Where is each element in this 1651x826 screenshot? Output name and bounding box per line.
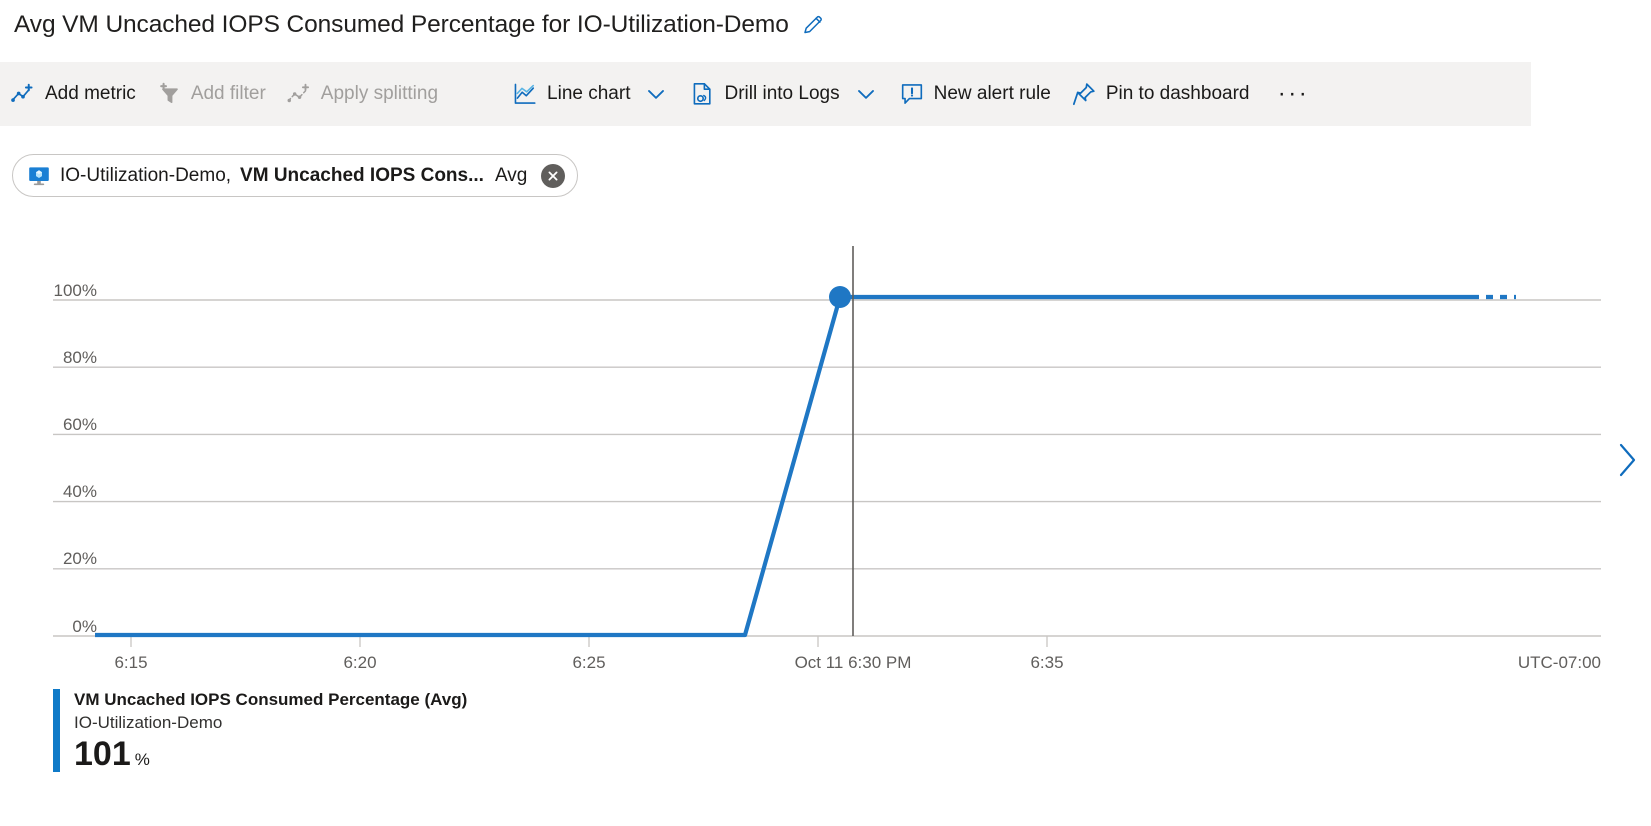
metrics-chart[interactable]: 100% 80% 60% 40% 20% 0% 6:15 6:20 6:25 O… (0, 236, 1651, 686)
x-tick-2: 6:25 (572, 653, 605, 672)
hover-data-point (829, 286, 851, 308)
chart-canvas[interactable]: 100% 80% 60% 40% 20% 0% 6:15 6:20 6:25 O… (0, 236, 1651, 686)
metrics-chart-page: Avg VM Uncached IOPS Consumed Percentage… (0, 0, 1651, 826)
y-tick-40: 40% (63, 482, 97, 501)
legend-resource-name: IO-Utilization-Demo (74, 712, 467, 735)
legend-body: VM Uncached IOPS Consumed Percentage (Av… (74, 689, 467, 772)
y-tick-0: 0% (72, 617, 97, 636)
drill-into-logs-label: Drill into Logs (724, 83, 839, 105)
new-alert-rule-label: New alert rule (934, 83, 1051, 105)
apply-splitting-icon (286, 81, 312, 107)
line-chart-button[interactable]: Line chart (502, 72, 679, 116)
chip-remove-button[interactable] (541, 164, 565, 188)
pin-icon (1071, 81, 1097, 107)
legend-unit: % (135, 750, 150, 770)
add-filter-button[interactable]: Add filter (146, 72, 276, 116)
chip-metric-label: VM Uncached IOPS Cons... (240, 165, 484, 187)
new-alert-rule-button[interactable]: New alert rule (889, 72, 1061, 116)
chevron-down-icon[interactable] (849, 81, 879, 107)
metric-chip[interactable]: IO-Utilization-Demo, VM Uncached IOPS Co… (12, 154, 578, 197)
x-tick-1: 6:20 (343, 653, 376, 672)
pencil-icon[interactable] (801, 13, 825, 37)
page-title-bar: Avg VM Uncached IOPS Consumed Percentage… (14, 8, 825, 42)
x-tick-0: 6:15 (114, 653, 147, 672)
x-axis-ticks (131, 636, 1047, 647)
series-rise-segment (95, 297, 840, 635)
line-chart-label: Line chart (547, 83, 630, 105)
expand-panel-button[interactable] (1607, 430, 1647, 490)
y-tick-80: 80% (63, 348, 97, 367)
chevron-down-icon[interactable] (639, 81, 669, 107)
add-filter-icon (156, 81, 182, 107)
legend-value-row: 101 % (74, 737, 467, 773)
y-axis-labels: 100% 80% 60% 40% 20% 0% (54, 281, 97, 636)
add-metric-icon (10, 81, 36, 107)
command-bar: Add metric Add filter App (0, 62, 1531, 126)
y-tick-20: 20% (63, 549, 97, 568)
virtual-machine-icon (27, 164, 51, 188)
apply-splitting-label: Apply splitting (321, 83, 438, 105)
series-line (95, 297, 1516, 635)
chip-resource-label: IO-Utilization-Demo, (60, 165, 231, 187)
chip-aggregation-label: Avg (495, 165, 527, 187)
y-tick-100: 100% (54, 281, 97, 300)
chevron-right-icon (1614, 438, 1640, 482)
add-metric-button[interactable]: Add metric (0, 72, 146, 116)
apply-splitting-button[interactable]: Apply splitting (276, 72, 448, 116)
pin-to-dashboard-label: Pin to dashboard (1106, 83, 1250, 105)
legend-color-swatch (53, 689, 60, 772)
page-title: Avg VM Uncached IOPS Consumed Percentage… (14, 11, 789, 39)
legend-value: 101 (74, 737, 131, 773)
x-axis-labels: 6:15 6:20 6:25 Oct 11 6:30 PM 6:35 UTC-0… (114, 653, 1601, 672)
line-chart-icon (512, 81, 538, 107)
add-metric-label: Add metric (45, 83, 136, 105)
x-tick-3: Oct 11 6:30 PM (795, 653, 912, 672)
chart-legend[interactable]: VM Uncached IOPS Consumed Percentage (Av… (53, 689, 467, 772)
x-tick-4: 6:35 (1030, 653, 1063, 672)
y-tick-60: 60% (63, 415, 97, 434)
legend-metric-name: VM Uncached IOPS Consumed Percentage (Av… (74, 689, 467, 711)
add-filter-label: Add filter (191, 83, 266, 105)
drill-into-logs-button[interactable]: Drill into Logs (679, 72, 888, 116)
timezone-label: UTC-07:00 (1518, 653, 1601, 672)
alert-rule-icon (899, 81, 925, 107)
pin-to-dashboard-button[interactable]: Pin to dashboard (1061, 72, 1260, 116)
more-commands-button[interactable]: ··· (1271, 72, 1315, 116)
drill-into-logs-icon (689, 81, 715, 107)
